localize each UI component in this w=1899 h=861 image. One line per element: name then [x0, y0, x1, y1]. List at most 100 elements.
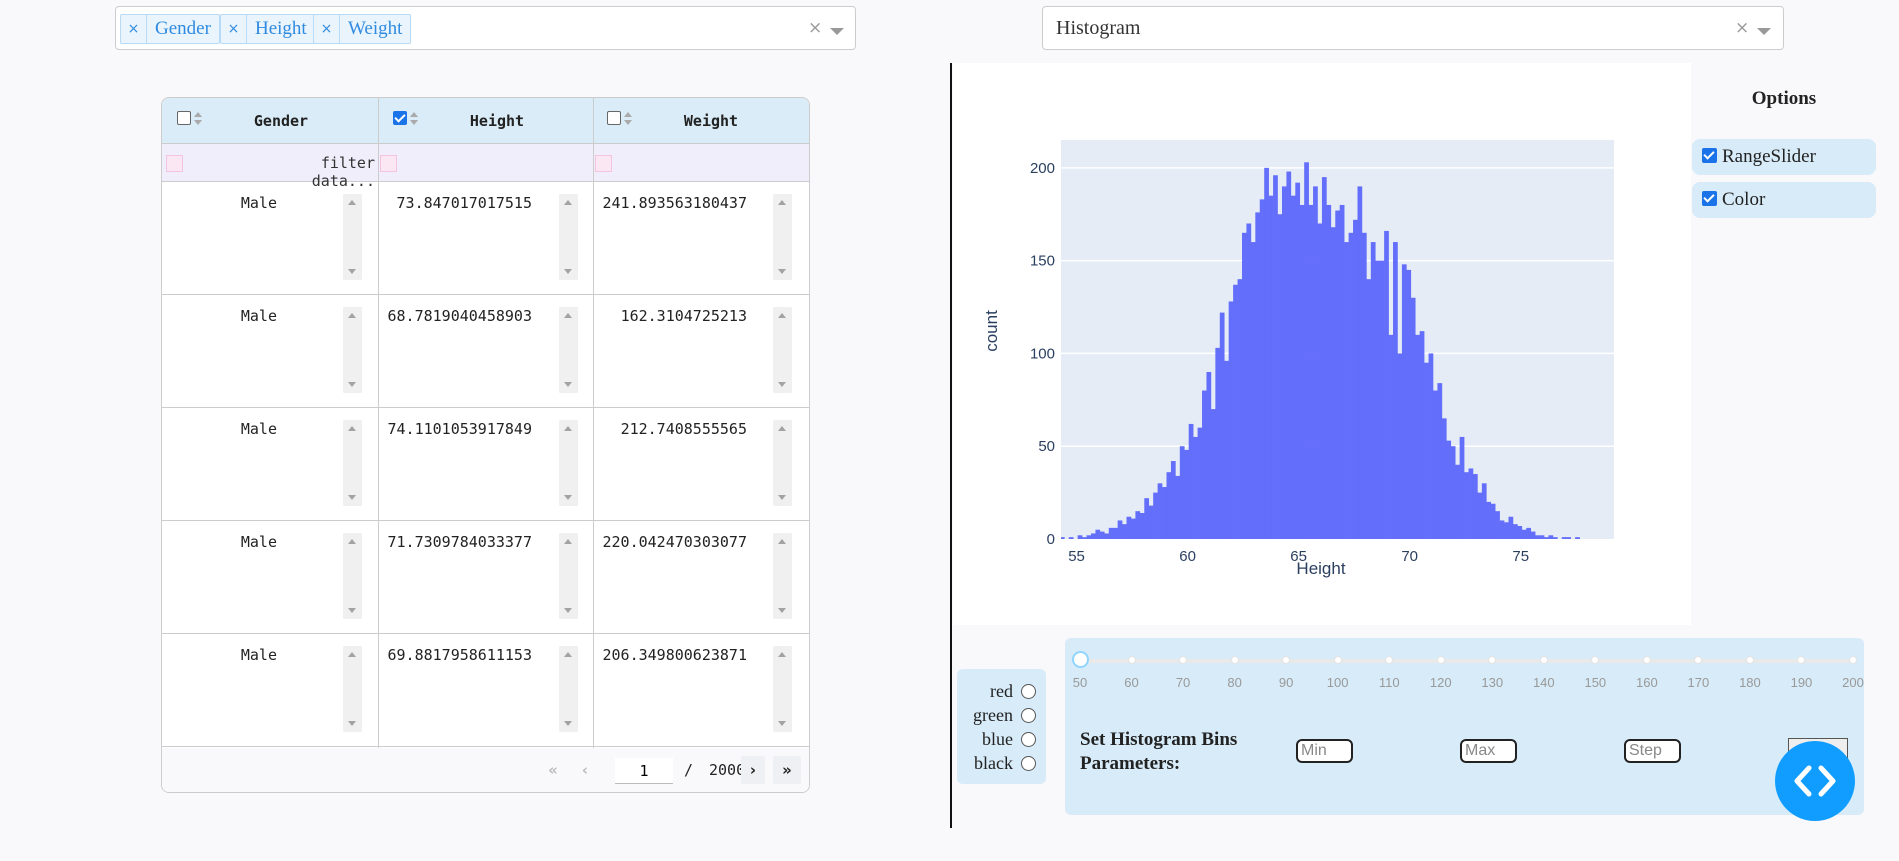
histogram-bar[interactable] — [1330, 227, 1336, 539]
bins-step-input[interactable] — [1624, 739, 1681, 763]
debug-toggle-button[interactable] — [1775, 741, 1855, 821]
histogram-bar[interactable] — [1339, 204, 1345, 539]
radio-red[interactable]: red — [990, 680, 1036, 702]
histogram-bar[interactable] — [1295, 182, 1301, 539]
cell-scrollbar[interactable] — [559, 646, 578, 732]
histogram-bar[interactable] — [1521, 529, 1527, 539]
histogram-bar[interactable] — [1410, 297, 1416, 539]
next-page-button[interactable]: › — [741, 756, 765, 784]
histogram-bar[interactable] — [1277, 214, 1283, 540]
remove-tag-weight-icon[interactable]: × — [314, 15, 340, 43]
slider-dot[interactable] — [1436, 656, 1445, 664]
histogram-bar[interactable] — [1237, 279, 1243, 539]
scroll-down-icon[interactable] — [564, 608, 572, 613]
column-multiselect[interactable]: × Gender × Height × Weight × — [115, 6, 856, 50]
histogram-bar[interactable] — [1193, 436, 1198, 539]
histogram-bar[interactable] — [1179, 446, 1185, 539]
scroll-down-icon[interactable] — [564, 495, 572, 500]
histogram-bar[interactable] — [1415, 334, 1420, 539]
scroll-down-icon[interactable] — [778, 382, 786, 387]
scroll-up-icon[interactable] — [778, 652, 786, 657]
histogram-bar[interactable] — [1384, 230, 1389, 540]
histogram-bar[interactable] — [1566, 537, 1571, 539]
histogram-bar[interactable] — [1397, 353, 1403, 539]
table-cell-height[interactable]: 74.1101053917849 — [378, 420, 533, 438]
histogram-bar[interactable] — [1450, 446, 1456, 539]
radio-blue-input[interactable] — [1021, 731, 1036, 747]
chart-type-select[interactable]: Histogram × — [1042, 6, 1784, 50]
scroll-up-icon[interactable] — [778, 200, 786, 205]
radio-blue[interactable]: blue — [982, 728, 1036, 750]
scroll-up-icon[interactable] — [564, 200, 572, 205]
histogram-bar[interactable] — [1544, 537, 1549, 539]
scroll-down-icon[interactable] — [778, 495, 786, 500]
histogram-bar[interactable] — [1379, 260, 1385, 539]
radio-green-input[interactable] — [1021, 707, 1036, 723]
histogram-bar[interactable] — [1268, 195, 1274, 539]
histogram-bar[interactable] — [1512, 524, 1518, 539]
select-column-weight-checkbox[interactable] — [607, 111, 621, 125]
histogram-bar[interactable] — [1508, 516, 1514, 539]
remove-tag-gender-icon[interactable]: × — [121, 15, 147, 43]
histogram-bar[interactable] — [1148, 505, 1154, 539]
histogram-bar[interactable] — [1481, 483, 1487, 539]
histogram-bar[interactable] — [1126, 516, 1132, 539]
table-cell-gender[interactable]: Male — [162, 646, 277, 664]
histogram-bar[interactable] — [1290, 195, 1296, 539]
scroll-up-icon[interactable] — [564, 652, 572, 657]
scroll-down-icon[interactable] — [564, 382, 572, 387]
histogram-bar[interactable] — [1370, 242, 1376, 539]
histogram-bar[interactable] — [1246, 223, 1252, 539]
sort-height-icon[interactable] — [409, 111, 419, 127]
prev-page-button[interactable]: ‹ — [573, 756, 597, 784]
histogram-bar[interactable] — [1428, 353, 1434, 539]
table-cell-height[interactable]: 69.8817958611153 — [378, 646, 533, 664]
slider-dot[interactable] — [1127, 656, 1136, 664]
histogram-bar[interactable] — [1348, 232, 1354, 539]
slider-dot[interactable] — [1333, 656, 1342, 664]
histogram-bar[interactable] — [1495, 511, 1500, 539]
histogram-bar[interactable] — [1068, 537, 1074, 539]
histogram-bar[interactable] — [1264, 167, 1269, 539]
table-cell-weight[interactable]: 212.7408555565 — [593, 420, 747, 438]
scroll-down-icon[interactable] — [564, 721, 572, 726]
histogram-bar[interactable] — [1526, 527, 1532, 539]
scroll-up-icon[interactable] — [778, 539, 786, 544]
histogram-bar[interactable] — [1219, 312, 1225, 539]
histogram-bar[interactable] — [1082, 537, 1087, 539]
histogram-bar[interactable] — [1499, 520, 1505, 539]
histogram-bar[interactable] — [1188, 423, 1194, 539]
histogram-bar[interactable] — [1326, 204, 1332, 539]
histogram-bar[interactable] — [1517, 526, 1523, 539]
histogram-bar[interactable] — [1117, 520, 1123, 539]
histogram-bar[interactable] — [1206, 371, 1212, 539]
histogram-bar[interactable] — [1548, 535, 1554, 539]
last-page-button[interactable]: » — [773, 756, 801, 784]
histogram-bar[interactable] — [1157, 483, 1163, 539]
histogram-bar[interactable] — [1486, 501, 1492, 539]
histogram-bar[interactable] — [1441, 418, 1447, 539]
histogram-bar[interactable] — [1233, 284, 1238, 539]
slider-dot[interactable] — [1745, 656, 1754, 664]
histogram-bar[interactable] — [1357, 186, 1363, 539]
histogram-bar[interactable] — [1144, 498, 1150, 539]
scroll-down-icon[interactable] — [778, 721, 786, 726]
table-cell-weight[interactable]: 206.349800623871 — [593, 646, 748, 664]
bins-max-input[interactable] — [1460, 739, 1517, 763]
histogram-bar[interactable] — [1086, 535, 1092, 539]
table-cell-height[interactable]: 71.7309784033377 — [378, 533, 533, 551]
table-cell-height[interactable]: 73.847017017515 — [378, 194, 532, 212]
histogram-bar[interactable] — [1242, 232, 1247, 539]
histogram-bar[interactable] — [1099, 531, 1105, 539]
histogram-bar[interactable] — [1104, 533, 1110, 539]
histogram-chart[interactable]: 55 60 65 70 75 0 50 100 150 200 Height count — [953, 63, 1691, 625]
scroll-up-icon[interactable] — [348, 426, 356, 431]
histogram-bar[interactable] — [1446, 440, 1452, 539]
histogram-bar[interactable] — [1135, 511, 1141, 539]
histogram-bar[interactable] — [1455, 464, 1460, 539]
sort-weight-icon[interactable] — [623, 111, 633, 127]
scroll-down-icon[interactable] — [348, 495, 356, 500]
histogram-bar[interactable] — [1419, 331, 1425, 539]
histogram-bar[interactable] — [1335, 210, 1341, 539]
filter-case-toggle-height[interactable] — [380, 155, 397, 172]
